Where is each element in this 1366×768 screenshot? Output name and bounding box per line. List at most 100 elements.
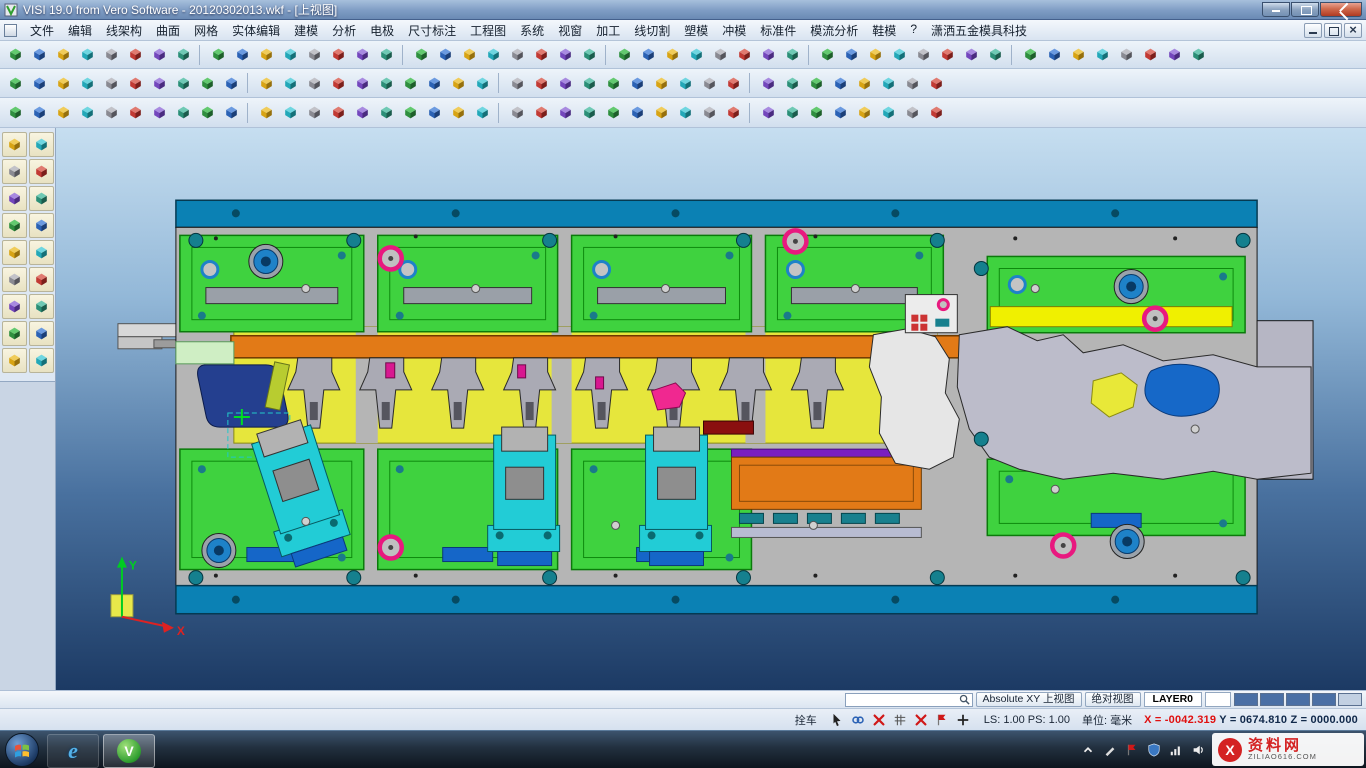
taskbar-internet-explorer[interactable]: e [47,734,99,768]
menu-item[interactable]: 线切割 [627,20,677,41]
view-reference-button[interactable]: Absolute XY 上视图 [976,692,1082,707]
section-view-icon[interactable] [1019,43,1042,66]
punch-design-icon[interactable] [781,101,804,124]
assembly-tree-icon[interactable] [1067,43,1090,66]
save-as-icon[interactable] [76,43,99,66]
move-face-icon[interactable] [578,101,601,124]
iso-view-icon[interactable] [2,240,27,265]
arc-icon[interactable] [52,72,75,95]
solid-sphere-icon[interactable] [52,101,75,124]
delete-element-icon[interactable] [871,711,888,728]
attribute-edit-icon[interactable] [637,43,660,66]
menu-item[interactable]: 曲面 [149,20,187,41]
grid-toggle-icon[interactable] [757,43,780,66]
extrude-icon[interactable] [888,43,911,66]
revolve-icon[interactable] [912,43,935,66]
layer-color-swatch[interactable] [1312,693,1336,706]
layers-icon[interactable] [29,294,54,319]
leader-icon[interactable] [781,72,804,95]
menu-item[interactable]: 建模 [287,20,325,41]
mdi-minimize-button[interactable] [1304,23,1322,38]
bom-list-icon[interactable] [901,72,924,95]
array-icon[interactable] [471,72,494,95]
selected-element-highlight[interactable] [176,342,234,364]
menu-item[interactable]: 鞋模 [865,20,903,41]
save-icon[interactable] [52,43,75,66]
project-curve-icon[interactable] [506,72,529,95]
hatch-icon[interactable] [853,72,876,95]
zoom-dynamic-icon[interactable] [2,132,27,157]
active-layer[interactable]: LAYER0 [1144,692,1202,707]
zoom-fit-icon[interactable] [482,43,505,66]
menu-item[interactable]: 电极 [363,20,401,41]
stitch-surface-icon[interactable] [447,101,470,124]
loft-icon[interactable] [960,43,983,66]
chamfer-edge-icon[interactable] [674,101,697,124]
menu-item[interactable]: 潇洒五金模具科技 [924,20,1034,41]
thicken-icon[interactable] [399,101,422,124]
history-tree-icon[interactable] [722,101,745,124]
symbol-icon[interactable] [829,72,852,95]
copy-icon[interactable] [279,43,302,66]
minimize-button[interactable] [1262,2,1290,17]
redo-icon[interactable] [231,43,254,66]
hidden-icons-chevron-icon[interactable] [1079,741,1096,758]
sketch-plane-icon[interactable] [650,72,673,95]
delete-face-icon[interactable] [554,101,577,124]
menu-item[interactable]: 网格 [187,20,225,41]
security-shield-icon[interactable] [1145,741,1162,758]
tangent-line-icon[interactable] [578,72,601,95]
start-button[interactable] [5,733,39,767]
smooth-curve-icon[interactable] [698,72,721,95]
feature-recognition-icon[interactable] [530,101,553,124]
search-input[interactable] [848,694,959,706]
boolean-union-icon[interactable] [816,43,839,66]
layer-color-swatch[interactable] [1286,693,1310,706]
shaded-view-icon[interactable] [410,43,433,66]
chamfer-curve-icon[interactable] [255,72,278,95]
layer-edit-box[interactable] [1205,692,1231,707]
shell-icon[interactable] [984,43,1007,66]
polygon-icon[interactable] [172,72,195,95]
boolean-intersect-icon[interactable] [864,43,887,66]
extend-curve-icon[interactable] [303,72,326,95]
translate-icon[interactable] [447,72,470,95]
wireframe-view-icon[interactable] [434,43,457,66]
rotate-view-icon[interactable] [578,43,601,66]
rotate-icon[interactable] [399,72,422,95]
pocket-feature-icon[interactable] [220,101,243,124]
ellipse-icon[interactable] [100,72,123,95]
line-icon[interactable] [28,72,51,95]
boolean-subtract-icon[interactable] [840,43,863,66]
flag-marker-icon[interactable] [934,711,951,728]
mdi-restore-button[interactable] [1324,23,1342,38]
point-icon[interactable] [4,72,27,95]
parallel-line-icon[interactable] [626,72,649,95]
annotation-text-icon[interactable] [733,43,756,66]
layer-color-swatch[interactable] [1234,693,1258,706]
solid-cone-icon[interactable] [76,101,99,124]
pen-input-icon[interactable] [1101,741,1118,758]
top-view-icon[interactable] [2,213,27,238]
fillet-edge-icon[interactable] [650,101,673,124]
menu-item[interactable]: 标准件 [753,20,803,41]
layer-manager-icon[interactable] [613,43,636,66]
origin-snap-icon[interactable] [29,348,54,373]
layer-color-swatch[interactable] [1338,693,1362,706]
zoom-extents-icon[interactable] [29,159,54,184]
layer-color-swatch[interactable] [1260,693,1284,706]
attach-link-icon[interactable] [850,711,867,728]
intersect-curve-icon[interactable] [530,72,553,95]
dimension-linear-icon[interactable] [709,43,732,66]
menu-item[interactable]: 线架构 [99,20,149,41]
cut-icon[interactable] [255,43,278,66]
mold-wizard-icon[interactable] [1115,43,1138,66]
scale-icon[interactable] [423,72,446,95]
join-curve-icon[interactable] [351,72,374,95]
maximize-button[interactable] [1291,2,1319,17]
cad-viewport[interactable]: Y X [56,128,1366,690]
menu-item[interactable]: 工程图 [463,20,513,41]
undo-icon[interactable] [207,43,230,66]
solid-wedge-icon[interactable] [124,101,147,124]
mdi-close-button[interactable] [1344,23,1362,38]
